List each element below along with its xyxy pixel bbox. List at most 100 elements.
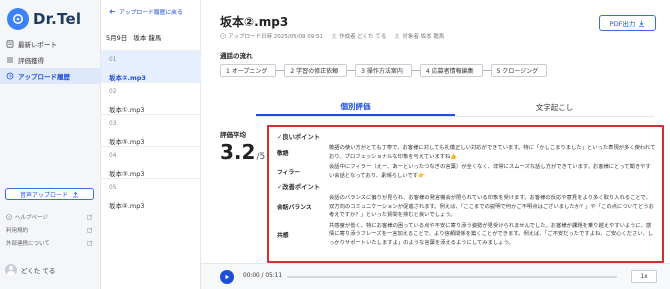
app-window: Dr.Tel 最新レポート 評価獲得 アップロード履歴 音声アップロード ? ヘル… <box>0 0 670 289</box>
recording-list: 01 坂本②.mp3 02 坂本①.mp3 03 坂本⑤.mp3 04 坂本③.… <box>101 50 201 210</box>
flow-connector <box>347 70 356 71</box>
flow-step: 3 操作方法案内 <box>355 64 412 77</box>
criterion-label: 敬語 <box>277 151 289 157</box>
arrow-left-icon <box>109 9 115 14</box>
recording-meta: アップロード日時 2025/05/09 09:51 作成者 どくた てる 対象者… <box>220 32 452 40</box>
session-date: 5月9日 <box>106 34 128 42</box>
list-item[interactable]: 04 坂本③.mp3 <box>101 146 201 178</box>
link-label: 外部連携について <box>6 240 50 247</box>
download-icon <box>639 20 645 27</box>
criterion-comment: 敬語の使い方がとても丁寧で、お客様に対しても礼儀正しい対応ができています。特に「… <box>329 145 656 160</box>
flow-step: 1 オープニング <box>220 64 277 77</box>
person-icon <box>395 33 400 39</box>
logo[interactable]: Dr.Tel <box>7 8 81 30</box>
average-score: 3.2/5 <box>220 140 265 164</box>
tab-transcript[interactable]: 文字起こし <box>455 98 654 116</box>
playback-time: 00:00 / 05:11 <box>243 273 283 279</box>
avatar <box>5 264 17 276</box>
link-label: ヘルプページ <box>15 214 48 221</box>
play-button[interactable] <box>220 270 234 284</box>
average-score-label: 評価平均 <box>220 131 246 139</box>
upload-button-label: 音声アップロード <box>19 191 68 199</box>
progress-bar[interactable] <box>287 276 617 278</box>
external-link-icon <box>87 239 93 246</box>
list-item[interactable]: 05 坂本④.mp3 <box>101 178 201 210</box>
tab-bar: 個別評価 文字起こし <box>256 98 654 117</box>
logo-icon <box>7 8 29 30</box>
history-icon <box>6 72 14 80</box>
back-to-history-link[interactable]: アップロード履歴に戻る <box>109 7 183 16</box>
sidebar-item-label: 最新レポート <box>18 41 57 49</box>
user-profile[interactable]: どくた てる <box>5 264 55 276</box>
list-item[interactable]: 02 坂本①.mp3 <box>101 82 201 114</box>
evaluation-panel: ✓良いポイント 敬語 敬語の使い方がとても丁寧で、お客様に対しても礼儀正しい対応… <box>267 125 664 263</box>
person-icon <box>331 33 337 39</box>
item-number: 01 <box>109 57 117 63</box>
item-name: 坂本④.mp3 <box>109 202 145 210</box>
evaluation-row: 会話バランス 会話のバランスに偏りが見られ、お客様の発言機会が限られている印象を… <box>275 194 656 220</box>
back-label: アップロード履歴に戻る <box>119 10 183 16</box>
item-number: 02 <box>109 89 117 95</box>
sidebar-item-upload-history[interactable]: アップロード履歴 <box>0 68 100 84</box>
session-header: 5月9日 坂本 龍馬 <box>106 32 165 42</box>
item-number: 04 <box>109 153 117 159</box>
sidebar-item-evaluation[interactable]: 評価獲得 <box>0 52 100 68</box>
list-icon <box>7 57 13 63</box>
clock-icon <box>220 33 226 39</box>
flow-step: 4 応募者情報編集 <box>419 64 483 77</box>
criterion-comment: 共感度が低く、特にお客様の困っている点や不安に寄り添う姿勢が見受けられませんでし… <box>329 222 654 246</box>
report-icon <box>6 40 14 48</box>
criterion-comment: 会話中にフィラー（えー、あーといったつなぎの言葉）が全くなく、非常にスムーズな話… <box>329 164 651 179</box>
item-name: 坂本⑤.mp3 <box>109 138 145 146</box>
list-item[interactable]: 03 坂本⑤.mp3 <box>101 114 201 146</box>
terms-link[interactable]: 利用規約 <box>0 223 100 236</box>
playback-speed-select[interactable]: 1x <box>631 270 657 283</box>
list-item[interactable]: 01 坂本②.mp3 <box>101 50 201 82</box>
session-person: 坂本 龍馬 <box>133 34 162 42</box>
sidebar-item-latest-report[interactable]: 最新レポート <box>0 36 100 52</box>
average-score-value: 3.2 <box>220 140 256 164</box>
main-content: 坂本②.mp3 アップロード日時 2025/05/09 09:51 作成者 どく… <box>201 0 670 289</box>
flow-connector <box>482 70 491 71</box>
sidebar-item-label: アップロード履歴 <box>18 73 70 81</box>
evaluation-row: フィラー 会話中にフィラー（えー、あーといったつなぎの言葉）が全くなく、非常にス… <box>275 163 656 180</box>
item-name: 坂本③.mp3 <box>109 170 145 178</box>
item-name: 坂本②.mp3 <box>109 74 146 82</box>
tab-individual-evaluation[interactable]: 個別評価 <box>256 98 455 116</box>
call-flow-title: 通話の流れ <box>220 52 253 60</box>
item-number: 05 <box>109 185 117 191</box>
item-name: 坂本①.mp3 <box>109 106 145 114</box>
integration-link[interactable]: 外部連携について <box>0 236 100 249</box>
flow-step: 2 学習の修正依頼 <box>284 64 348 77</box>
recording-list-panel: アップロード履歴に戻る 5月9日 坂本 龍馬 01 坂本②.mp3 02 坂本①… <box>101 0 201 289</box>
item-number: 03 <box>109 121 117 127</box>
good-points-title: ✓良いポイント <box>277 134 321 141</box>
help-page-link[interactable]: ? ヘルプページ <box>0 210 100 223</box>
play-icon <box>225 274 230 280</box>
upload-date: アップロード日時 2025/05/09 09:51 <box>228 34 324 40</box>
upload-icon <box>73 191 78 197</box>
flow-step: 5 クロージング <box>490 64 548 77</box>
pdf-button-label: PDF出力 <box>609 20 636 28</box>
sidebar-item-label: 評価獲得 <box>18 57 44 65</box>
audio-player: 00:00 / 05:11 1x <box>201 263 670 289</box>
help-icon: ? <box>6 213 12 220</box>
footer-links: ? ヘルプページ 利用規約 外部連携について <box>0 210 100 249</box>
criterion-label: フィラー <box>277 170 301 176</box>
audio-upload-button[interactable]: 音声アップロード <box>5 188 94 200</box>
average-score-max: /5 <box>256 152 266 162</box>
call-flow: 1 オープニング 2 学習の修正依頼 3 操作方法案内 4 応募者情報編集 5 … <box>220 64 548 77</box>
pdf-export-button[interactable]: PDF出力 <box>599 15 656 31</box>
flow-connector <box>411 70 420 71</box>
evaluation-row: 敬語 敬語の使い方がとても丁寧で、お客様に対しても礼儀正しい対応ができています。… <box>275 144 656 161</box>
criterion-label: 会話バランス <box>277 205 312 212</box>
external-link-icon <box>87 213 93 220</box>
improvement-points-title: ✓改善ポイント <box>277 184 321 191</box>
external-link-icon <box>87 226 93 233</box>
sidebar-nav: 最新レポート 評価獲得 アップロード履歴 <box>0 36 100 84</box>
flow-connector <box>276 70 285 71</box>
criterion-label: 共感 <box>277 232 289 239</box>
criterion-comment: 会話のバランスに偏りが見られ、お客様の発言機会が限られている印象を受けます。お客… <box>329 195 654 218</box>
author: 作成者 どくた てる <box>339 34 387 40</box>
evaluation-row: 共感 共感度が低く、特にお客様の困っている点や不安に寄り添う姿勢が見受けられませ… <box>275 222 656 248</box>
